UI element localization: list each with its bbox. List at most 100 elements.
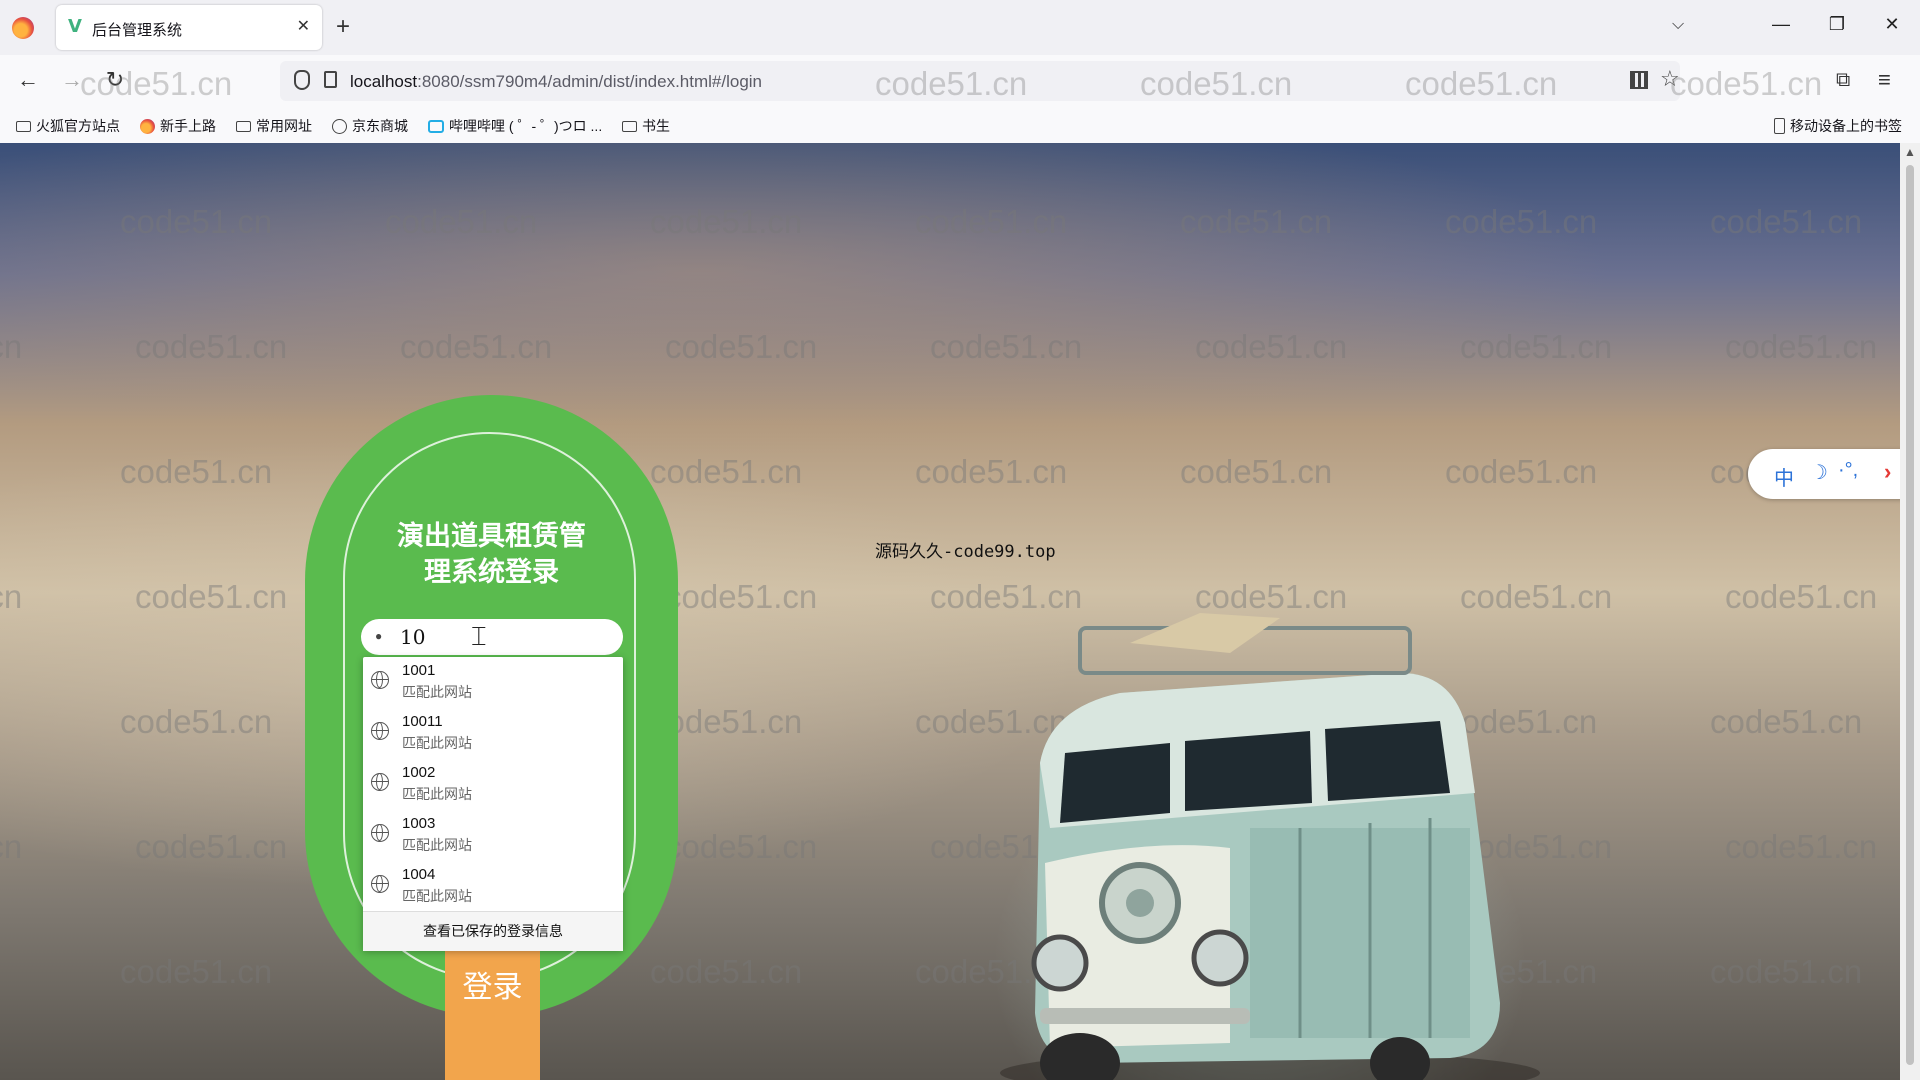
close-window-button[interactable]: ✕ [1877, 14, 1907, 35]
watermark-text: code51.cn [1405, 65, 1558, 102]
punctuation-icon[interactable]: ·°, [1838, 459, 1858, 482]
watermark-text: code51.cn [400, 328, 553, 365]
watermark-text: code51.cn [665, 328, 818, 365]
login-title-line2: 理系统登录 [424, 557, 559, 588]
tab-close-icon[interactable]: ✕ [297, 16, 310, 36]
autocomplete-value: 1004 [402, 866, 436, 883]
qr-code-icon[interactable] [1630, 71, 1648, 89]
view-saved-logins-button[interactable]: 查看已保存的登录信息 [363, 911, 623, 951]
user-icon: ● [375, 629, 383, 643]
mobile-bookmarks-label: 移动设备上的书签 [1790, 118, 1902, 134]
autocomplete-item[interactable]: 1003 匹配此网站 [363, 810, 623, 860]
watermark-text: code51.cn [665, 578, 818, 615]
watermark-text: code51.cn [1670, 65, 1823, 102]
extensions-icon[interactable]: ⧉ [1836, 69, 1850, 92]
autocomplete-dropdown[interactable]: 1001 匹配此网站 10011 匹配此网站 1002 匹配此网站 1003 匹… [363, 657, 623, 951]
bookmark-item[interactable]: 京东商城 [332, 116, 408, 136]
moon-icon[interactable]: ☽ [1810, 460, 1828, 485]
bookmark-item[interactable]: 哔哩哔哩 ( ゜- ゜)つロ ... [428, 116, 602, 136]
bookmark-label: 京东商城 [352, 118, 408, 134]
autocomplete-value: 1001 [402, 662, 436, 679]
watermark-text: code51.cn [1725, 578, 1878, 615]
firefox-icon [140, 118, 155, 134]
autocomplete-item[interactable]: 10011 匹配此网站 [363, 708, 623, 758]
autocomplete-value: 1003 [402, 815, 436, 832]
restore-button[interactable]: ❐ [1822, 14, 1852, 35]
login-title-line1: 演出道具租赁管 [397, 521, 586, 552]
toy-bus-illustration [1000, 613, 1540, 1080]
translator-widget[interactable]: 中 ☽ ·°, › [1748, 449, 1900, 499]
url-text[interactable]: localhost:8080/ssm790m4/admin/dist/index… [350, 72, 762, 92]
watermark-text: code51.cn [1180, 203, 1333, 240]
bookmark-item[interactable]: 新手上路 [140, 116, 216, 136]
watermark-text: code51.cn [1140, 65, 1293, 102]
bookmark-item[interactable]: 常用网址 [236, 116, 312, 136]
watermark-text: code51.cn [135, 328, 288, 365]
tab-list-icon[interactable]: ⌵ [1672, 16, 1684, 34]
nav-bar: ← → ↻ localhost:8080/ssm790m4/admin/dist… [0, 55, 1920, 107]
vertical-scrollbar[interactable]: ▲ [1900, 143, 1920, 1080]
autocomplete-hint: 匹配此网站 [402, 684, 472, 700]
back-arrow-icon[interactable]: ← [13, 68, 43, 92]
menu-icon[interactable]: ≡ [1878, 67, 1891, 93]
watermark-text: code51.cn [120, 953, 273, 990]
folder-icon [16, 120, 31, 132]
text-cursor-icon: ⌶ [471, 621, 487, 651]
bilibili-tv-icon [428, 119, 444, 133]
bookmark-item[interactable]: 书生 [622, 116, 670, 136]
bookmark-item[interactable]: 火狐官方站点 [16, 116, 120, 136]
scrollbar-thumb[interactable] [1906, 165, 1914, 1065]
watermark-text: code51.cn [120, 453, 273, 490]
shield-icon[interactable] [294, 70, 310, 90]
globe-icon [371, 722, 389, 740]
watermark-text: code51.cn [0, 328, 23, 365]
autocomplete-value: 10011 [402, 713, 443, 730]
watermark-text: code51.cn [1725, 328, 1878, 365]
autocomplete-hint: 匹配此网站 [402, 786, 472, 802]
translate-language-icon[interactable]: 中 [1774, 462, 1794, 491]
autocomplete-item[interactable]: 1004 匹配此网站 [363, 861, 623, 911]
watermark-text: code51.cn [1725, 828, 1878, 865]
globe-icon [371, 875, 389, 893]
autocomplete-hint: 匹配此网站 [402, 837, 472, 853]
page-info-icon[interactable] [324, 71, 337, 88]
globe-icon [332, 118, 347, 134]
vue-logo-icon: V [68, 16, 82, 37]
bookmark-label: 哔哩哔哩 ( ゜- ゜)つロ ... [449, 118, 603, 134]
browser-tab[interactable]: V 后台管理系统 ✕ [56, 5, 322, 50]
globe-icon [371, 671, 389, 689]
watermark-text: code51.cn [120, 703, 273, 740]
watermark-text: code51.cn [80, 65, 233, 102]
watermark-text: code51.cn [1460, 328, 1613, 365]
folder-icon [622, 120, 637, 132]
bookmarks-bar: 火狐官方站点 新手上路 常用网址 京东商城 哔哩哔哩 ( ゜- ゜)つロ ...… [0, 107, 1920, 144]
watermark-text: code51.cn [1445, 203, 1598, 240]
expand-arrow-icon[interactable]: › [1884, 459, 1891, 485]
new-tab-button[interactable]: + [336, 13, 350, 41]
watermark-text: code51.cn [875, 65, 1028, 102]
login-button[interactable]: 登录 [445, 950, 540, 1080]
tab-strip: V 后台管理系统 ✕ + ⌵ — ❐ ✕ [0, 0, 1920, 55]
watermark-text: code51.cn [0, 828, 23, 865]
watermark-text: code51.cn [650, 453, 803, 490]
autocomplete-item[interactable]: 1001 匹配此网站 [363, 657, 623, 707]
watermark-text: code51.cn [385, 203, 538, 240]
mobile-bookmarks[interactable]: 移动设备上的书签 [1774, 116, 1902, 136]
scroll-up-arrow-icon[interactable]: ▲ [1904, 145, 1916, 159]
firefox-icon[interactable] [12, 17, 34, 39]
globe-icon [371, 773, 389, 791]
watermark-text: code51.cn [915, 203, 1068, 240]
minimize-button[interactable]: — [1766, 14, 1796, 35]
watermark-text: code51.cn [120, 203, 273, 240]
username-input[interactable]: ● 10 ⌶ [361, 619, 623, 655]
page-viewport: code51.cn code51.cn code51.cn code51.cn code… [0, 143, 1900, 1080]
watermark-text: code51.cn [930, 578, 1083, 615]
url-host: localhost [350, 72, 418, 91]
bookmark-label: 书生 [642, 118, 670, 134]
watermark-text: code51.cn [650, 953, 803, 990]
watermark-text: code51.cn [1460, 578, 1613, 615]
source-credit-text: 源码久久-code99.top [875, 542, 1056, 562]
watermark-text: code51.cn [1445, 453, 1598, 490]
username-value[interactable]: 10 [400, 625, 425, 649]
autocomplete-item[interactable]: 1002 匹配此网站 [363, 759, 623, 809]
